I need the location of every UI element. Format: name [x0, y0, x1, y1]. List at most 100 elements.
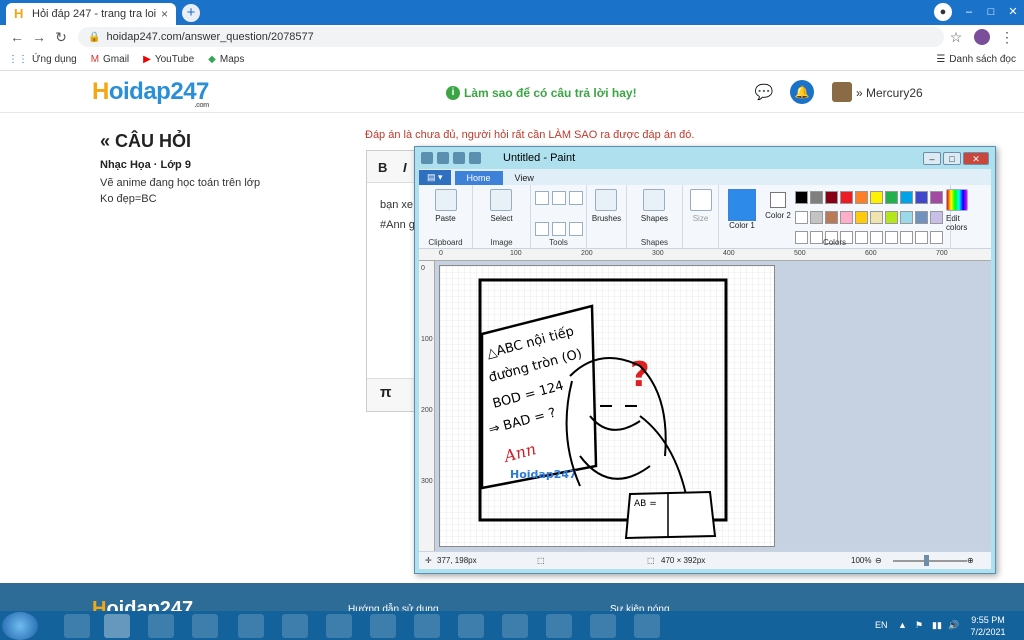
color-swatch[interactable] [900, 191, 913, 204]
site-logo[interactable]: Hoidap247 .com [92, 78, 209, 109]
taskbar-word-icon[interactable] [590, 614, 616, 638]
tray-flag-icon[interactable]: ⚑ [915, 620, 923, 631]
paint-close-button[interactable]: ✕ [963, 151, 989, 165]
shapes-icon [643, 189, 666, 211]
taskbar-powerpoint-icon[interactable] [192, 614, 218, 638]
chat-icon[interactable]: 💬 [754, 83, 774, 103]
drawing-svg: △ABC nội tiếp đường tròn (O) BOD = 124 ⇒… [440, 266, 774, 546]
color-swatch[interactable] [840, 211, 853, 224]
paint-file-menu[interactable]: ▤ ▾ [419, 170, 451, 185]
bookmark-star-icon[interactable]: ☆ [944, 29, 968, 46]
reload-icon[interactable]: ↻ [50, 29, 72, 46]
maximize-window-button[interactable]: □ [982, 3, 1000, 21]
bookmark-maps[interactable]: ◆ Maps [208, 54, 244, 65]
zoom-slider[interactable] [893, 560, 967, 562]
paint-maximize-button[interactable]: □ [943, 151, 961, 165]
redo-icon[interactable] [469, 152, 481, 164]
color-swatch[interactable] [885, 191, 898, 204]
color-swatch[interactable] [915, 211, 928, 224]
zoom-in-button[interactable]: ⊕ [967, 556, 974, 565]
color-swatch[interactable] [810, 211, 823, 224]
browser-tab[interactable]: H Hỏi đáp 247 - trang tra loi × [6, 3, 176, 25]
eraser-icon[interactable] [534, 221, 549, 236]
pencil-icon[interactable] [534, 191, 549, 205]
tray-arrow-icon[interactable]: ▲ [898, 620, 907, 630]
taskbar-paint-icon[interactable] [104, 614, 130, 638]
fill-icon[interactable] [551, 191, 566, 205]
menu-dots-icon[interactable]: ⋮ [996, 29, 1018, 46]
taskbar-folder-icon[interactable] [458, 614, 484, 638]
paint-minimize-button[interactable]: – [923, 151, 941, 165]
bold-button[interactable]: B [378, 160, 387, 175]
color-swatch[interactable] [825, 191, 838, 204]
username[interactable]: » Mercury26 [856, 86, 923, 100]
close-tab-icon[interactable]: × [161, 7, 168, 21]
save-icon[interactable] [437, 152, 449, 164]
forward-arrow-icon[interactable]: → [28, 29, 50, 45]
color-swatch[interactable] [900, 211, 913, 224]
user-avatar[interactable] [832, 82, 852, 102]
paint-window[interactable]: Untitled - Paint – □ ✕ ▤ ▾ Home View Pas… [414, 146, 996, 574]
color-swatch[interactable] [795, 211, 808, 224]
color-swatch[interactable] [930, 191, 943, 204]
undo-icon[interactable] [453, 152, 465, 164]
magnifier-icon[interactable] [568, 221, 583, 236]
tab-view[interactable]: View [503, 171, 546, 185]
size-lines-icon [689, 189, 712, 211]
bookmark-youtube[interactable]: ▶ YouTube [143, 54, 194, 65]
taskbar-explorer-icon[interactable] [64, 614, 90, 638]
color-swatch[interactable] [915, 191, 928, 204]
zoom-slider-thumb[interactable] [924, 555, 929, 566]
color-swatch[interactable] [870, 191, 883, 204]
taskbar-app2-icon[interactable] [326, 614, 352, 638]
color-swatch[interactable] [795, 191, 808, 204]
taskbar-app4-icon[interactable] [546, 614, 572, 638]
bookmark-apps[interactable]: ⋮⋮ Ứng dụng [8, 54, 77, 65]
zoom-out-button[interactable]: ⊖ [875, 556, 882, 565]
tray-network-icon[interactable]: ▮▮ [932, 620, 942, 631]
taskbar-app-icon[interactable] [238, 614, 264, 638]
paint-titlebar[interactable]: Untitled - Paint – □ ✕ [415, 147, 995, 169]
math-pi-button[interactable]: π [380, 384, 391, 401]
reading-list[interactable]: ☰ Danh sách đọc [936, 54, 1016, 65]
taskbar-excel-icon[interactable] [370, 614, 396, 638]
color-swatch[interactable] [870, 211, 883, 224]
taskbar-chrome-icon[interactable] [148, 614, 174, 638]
taskbar-app3-icon[interactable] [414, 614, 440, 638]
color-swatch[interactable] [885, 211, 898, 224]
color-swatch[interactable] [930, 211, 943, 224]
size-button[interactable]: Size [689, 189, 712, 249]
color-picker-icon[interactable] [551, 221, 566, 236]
italic-button[interactable]: I [403, 160, 407, 175]
brushes-button[interactable]: Brushes [592, 189, 621, 249]
bell-icon[interactable]: 🔔 [790, 80, 814, 104]
tip-link[interactable]: i Làm sao để có câu trả lời hay! [446, 86, 637, 100]
taskbar-mic-icon[interactable] [502, 614, 528, 638]
question-heading: « CÂU HỎI [100, 131, 192, 151]
text-icon[interactable] [568, 191, 583, 205]
taskbar-notepad-icon[interactable] [282, 614, 308, 638]
color-swatch[interactable] [810, 191, 823, 204]
taskbar-chrome2-icon[interactable] [634, 614, 660, 638]
color-swatch[interactable] [840, 191, 853, 204]
tab-home[interactable]: Home [454, 171, 503, 185]
editor-content[interactable]: bạn xe #Ann g [380, 195, 415, 235]
question-text: Vẽ anime đang học toán trên lớp Ko đẹp=B… [100, 177, 261, 205]
address-bar[interactable]: 🔒 hoidap247.com/answer_question/2078577 [78, 27, 944, 47]
back-arrow-icon[interactable]: ← [6, 29, 28, 45]
paint-app-icon[interactable] [421, 152, 433, 164]
language-indicator[interactable]: EN [875, 620, 888, 630]
color-swatch[interactable] [825, 211, 838, 224]
color-swatch[interactable] [855, 211, 868, 224]
start-button[interactable] [2, 612, 38, 640]
drawing-canvas[interactable]: △ABC nội tiếp đường tròn (O) BOD = 124 ⇒… [439, 265, 775, 547]
profile-avatar[interactable] [974, 29, 990, 45]
tray-volume-icon[interactable]: 🔊 [948, 620, 959, 631]
close-window-button[interactable]: ✕ [1004, 3, 1022, 21]
color-swatch[interactable] [855, 191, 868, 204]
minimize-window-button[interactable]: – [960, 3, 978, 21]
bookmark-gmail[interactable]: M Gmail [91, 54, 129, 65]
media-control-icon[interactable]: ● [934, 3, 952, 21]
taskbar-clock[interactable]: 9:55 PM 7/2/2021 [963, 614, 1013, 638]
new-tab-button[interactable]: + [182, 4, 200, 22]
